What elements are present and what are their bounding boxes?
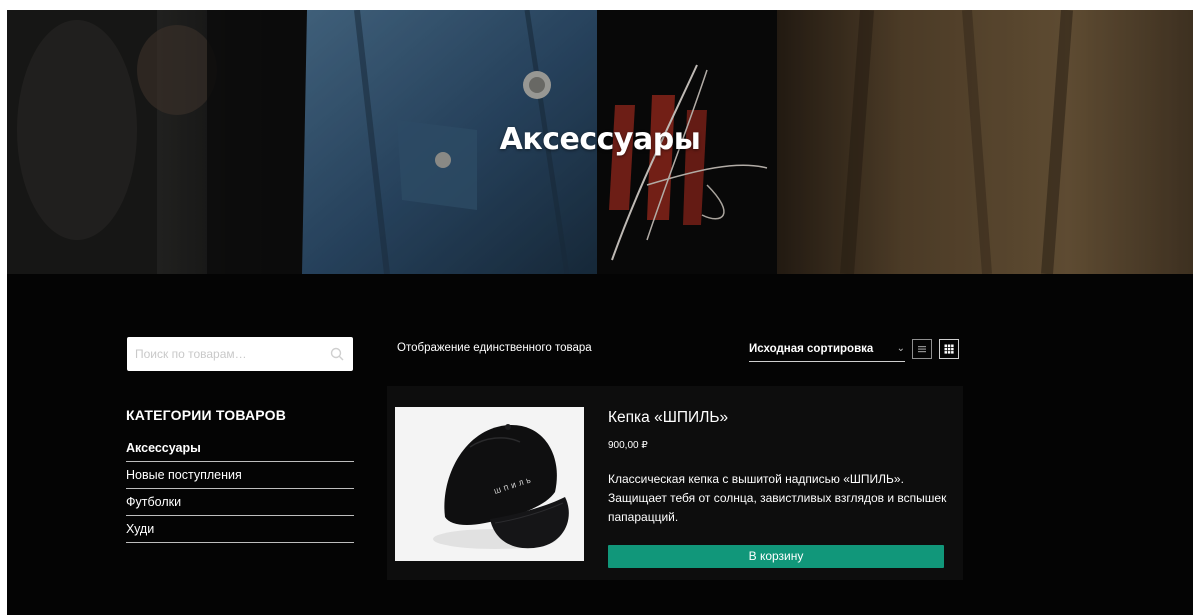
product-price: 900,00 ₽ — [608, 440, 648, 451]
product-image[interactable]: ШПИЛЬ — [395, 407, 584, 561]
list-view-button[interactable] — [912, 339, 932, 359]
result-count: Отображение единственного товара — [397, 342, 592, 354]
category-item-hoodies[interactable]: Худи — [126, 516, 354, 543]
search-icon[interactable] — [330, 347, 344, 361]
add-to-cart-button[interactable]: В корзину — [608, 545, 944, 568]
black-cap-image: ШПИЛЬ — [395, 407, 584, 561]
chevron-down-icon: ⌄ — [896, 343, 905, 354]
grid-view-button[interactable] — [939, 339, 959, 359]
category-item-new-arrivals[interactable]: Новые поступления — [126, 462, 354, 489]
product-card: ШПИЛЬ Кепка «ШПИЛЬ» 900,00 ₽ Классическа… — [387, 386, 963, 580]
category-item-tshirts[interactable]: Футболки — [126, 489, 354, 516]
product-description: Классическая кепка с вышитой надписью «Ш… — [608, 472, 947, 524]
page-title: Аксессуары — [499, 122, 701, 157]
product-search — [127, 337, 353, 371]
category-item-accessories[interactable]: Аксессуары — [126, 435, 354, 462]
grid-view-icon — [944, 344, 954, 354]
product-title[interactable]: Кепка «ШПИЛЬ» — [608, 409, 728, 427]
sort-select-value: Исходная сортировка — [749, 343, 874, 355]
search-input[interactable] — [127, 337, 325, 371]
page-frame: Аксессуары КАТЕГОРИИ ТОВАРОВ Аксессуары … — [7, 10, 1193, 615]
list-view-icon — [918, 346, 926, 353]
categories-list: Аксессуары Новые поступления Футболки Ху… — [126, 435, 354, 543]
sort-select[interactable]: Исходная сортировка ⌄ — [749, 339, 905, 362]
hero-banner: Аксессуары — [7, 10, 1193, 274]
categories-heading: КАТЕГОРИИ ТОВАРОВ — [126, 407, 287, 423]
